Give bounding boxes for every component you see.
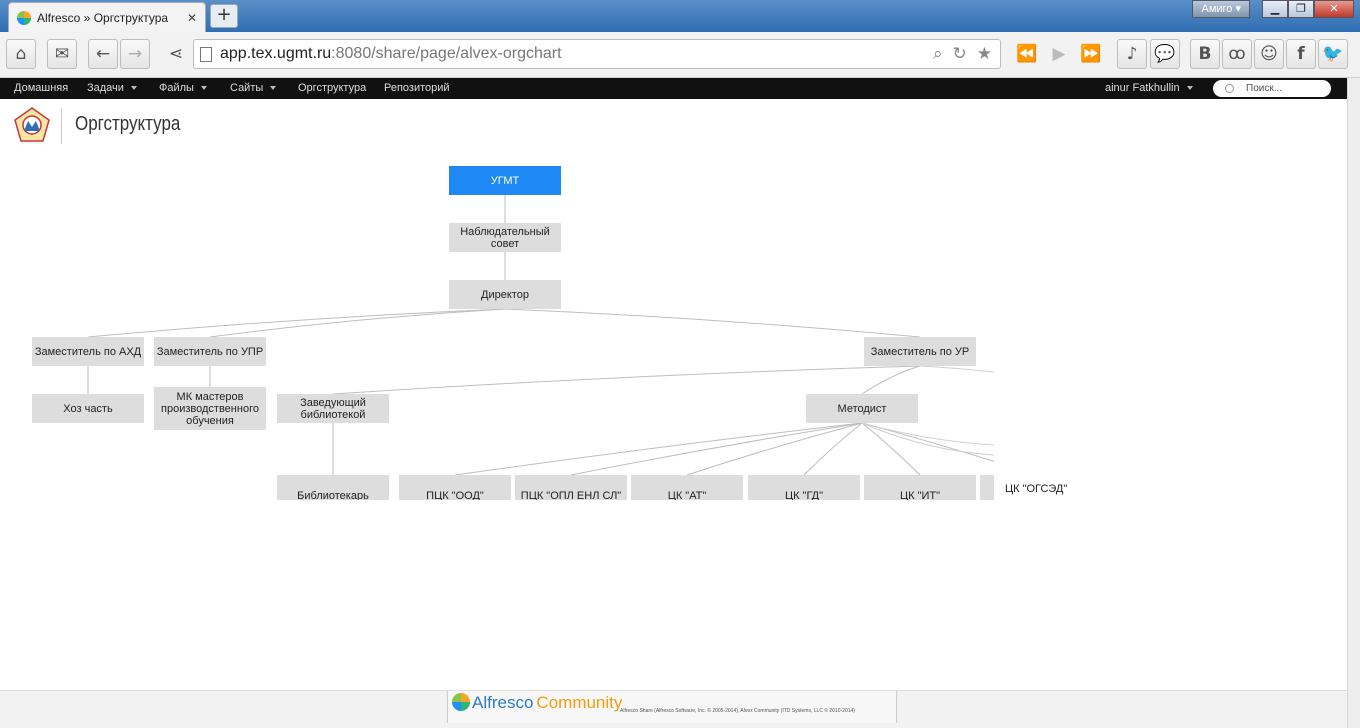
restore-icon[interactable]: ❐ — [1288, 0, 1314, 18]
window-controls: ▁ ❐ ✕ — [1262, 0, 1354, 18]
page-scrollbar[interactable] — [1347, 78, 1360, 728]
orgchart: УГМТ Наблюдательный совет Директор Заместит… — [0, 0, 994, 500]
orgchart-connector — [686, 422, 863, 476]
orgchart-connector — [570, 422, 863, 476]
orgchart-node[interactable]: Заместитель по УР — [864, 337, 976, 366]
orgchart-node[interactable]: Библиотекарь — [277, 475, 389, 500]
music-icon[interactable]: ♪ — [1117, 39, 1147, 69]
close-window-icon[interactable]: ✕ — [1314, 0, 1354, 18]
copyright-text: Alfresco Share (Alfresco Software, Inc. … — [620, 708, 855, 714]
orgchart-node[interactable]: МК мастеров производственного обучения — [154, 387, 266, 430]
orgchart-connector — [332, 365, 921, 395]
chevron-down-icon — [1186, 86, 1193, 91]
orgchart-node[interactable]: Наблюдательный совет — [449, 223, 561, 252]
orgchart-node[interactable]: ПЦК "ОПЛ ЕНЛ СЛ" — [515, 475, 627, 500]
orgchart-connector — [454, 422, 863, 476]
orgchart-connector — [504, 308, 921, 338]
odnoklassniki-icon[interactable]: ꝏ — [1222, 39, 1252, 69]
orgchart-node[interactable]: ПЦК "ООД" — [399, 475, 511, 500]
orgchart-node[interactable] — [980, 475, 994, 500]
chat-icon[interactable]: 💬 — [1150, 39, 1180, 69]
orgchart-node[interactable]: ЦК "ОГСЭД" — [1005, 483, 1067, 495]
orgchart-node[interactable]: ЦК "ИТ" — [864, 475, 976, 500]
orgchart-node[interactable]: ЦК "ГД" — [748, 475, 860, 500]
orgchart-node[interactable]: Хоз часть — [32, 394, 144, 423]
minimize-icon[interactable]: ▁ — [1262, 0, 1288, 18]
orgchart-node[interactable]: ЦК "АТ" — [631, 475, 743, 500]
orgchart-node[interactable]: Заместитель по УПР — [154, 337, 266, 366]
rewind-icon[interactable]: ⏪ — [1012, 39, 1042, 69]
orgchart-connector — [861, 365, 921, 395]
search-box[interactable] — [1213, 80, 1331, 97]
orgchart-node[interactable]: Методист — [806, 394, 918, 423]
search-icon — [1225, 84, 1234, 93]
moimir-icon[interactable]: ☺ — [1254, 39, 1284, 69]
footer: Alfresco Community Alfresco Share (Alfres… — [0, 690, 1347, 728]
orgchart-connector — [919, 365, 994, 373]
search-input[interactable] — [1246, 83, 1326, 94]
user-menu[interactable]: ainur Fatkhullin — [1105, 78, 1193, 99]
vk-icon[interactable]: B — [1190, 39, 1220, 69]
play-icon[interactable]: ▶ — [1044, 39, 1074, 69]
browser-menu-button[interactable]: Амиго ▾ — [1192, 0, 1250, 18]
footer-branding: Alfresco Community Alfresco Share (Alfres… — [447, 691, 897, 723]
facebook-icon[interactable]: f — [1286, 39, 1316, 69]
orgchart-node[interactable]: Заместитель по АХД — [32, 337, 144, 366]
fast-forward-icon[interactable]: ⏩ — [1076, 39, 1106, 69]
orgchart-node[interactable]: УГМТ — [449, 166, 561, 195]
twitter-icon[interactable]: 🐦 — [1318, 39, 1348, 69]
orgchart-node[interactable]: Директор — [449, 280, 561, 309]
alfresco-icon — [452, 693, 470, 711]
alfresco-logo: Alfresco Community — [452, 693, 622, 713]
orgchart-node[interactable]: Заведующий библиотекой — [277, 394, 389, 423]
